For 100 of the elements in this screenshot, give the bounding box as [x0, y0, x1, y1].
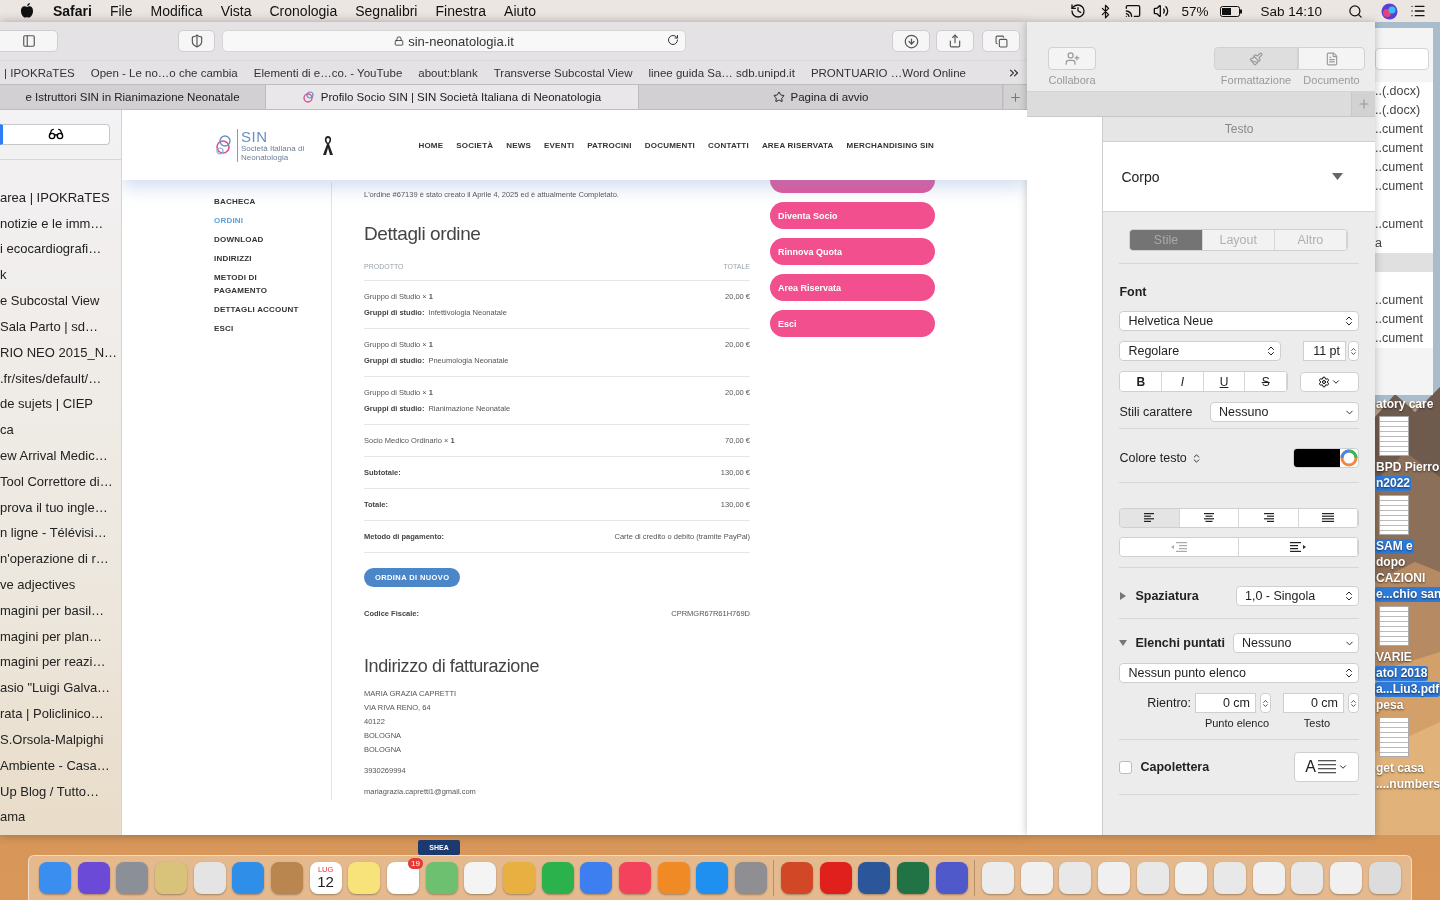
nav-link[interactable]: HOME [418, 140, 444, 150]
favorite-link[interactable]: | IPOKRaTES [4, 66, 75, 79]
app-icon[interactable] [232, 862, 265, 894]
app-icon[interactable] [116, 862, 149, 894]
collaborate-button[interactable] [1048, 47, 1096, 70]
file-row[interactable]: ..cument [1375, 139, 1433, 158]
document-icon[interactable] [1379, 416, 1409, 456]
app-icon[interactable] [1329, 862, 1362, 894]
reading-list-item[interactable]: magini per reazi… [0, 654, 121, 681]
app-icon[interactable] [982, 862, 1015, 894]
history-icon[interactable] [1070, 3, 1087, 19]
app-icon[interactable] [1175, 862, 1208, 894]
file-row[interactable]: ..cument [1375, 329, 1433, 348]
file-row[interactable]: a [1375, 234, 1433, 253]
nav-link[interactable]: AREA RISERVATA [761, 140, 834, 150]
reading-list-item[interactable]: asio "Luigi Galva… [0, 680, 121, 707]
app-menu[interactable]: Safari [44, 3, 101, 19]
menu-item[interactable]: Cronologia [260, 3, 347, 19]
reading-list-item[interactable]: prova il tuo ingle… [0, 499, 121, 526]
spacing-select[interactable]: 1,0 - Singola [1236, 586, 1359, 606]
favorite-link[interactable]: Transverse Subcostal View [493, 66, 633, 79]
inspector-toggle[interactable] [1214, 47, 1298, 70]
app-icon[interactable] [734, 862, 767, 894]
favorite-link[interactable]: about:blank [418, 66, 478, 79]
menu-item[interactable]: Aiuto [495, 3, 545, 19]
account-menu-link[interactable]: DETTAGLI ACCOUNT [214, 303, 304, 316]
app-icon[interactable] [1098, 862, 1131, 894]
reading-list-item[interactable]: ve adjectives [0, 577, 121, 603]
reading-list-item[interactable]: notizie e le imm… [0, 215, 121, 242]
app-icon[interactable] [270, 862, 303, 894]
app-icon[interactable] [1291, 862, 1324, 894]
nav-link[interactable]: CONTATTI [708, 140, 749, 150]
cast-icon[interactable] [1125, 3, 1142, 19]
format-button[interactable]: U [1203, 372, 1246, 391]
reading-list-item[interactable]: e Subcostal View [0, 293, 121, 319]
list-icon[interactable] [1410, 3, 1426, 19]
indent-field[interactable]: 0 cm [1195, 693, 1256, 713]
app-icon[interactable] [935, 862, 968, 894]
app-icon[interactable] [580, 862, 613, 894]
alignment-button[interactable] [1298, 509, 1358, 527]
account-menu-link[interactable]: ESCI [214, 322, 304, 335]
app-icon[interactable] [464, 862, 497, 894]
reading-list-item[interactable]: de sujets | CIEP [0, 396, 121, 423]
account-menu-link[interactable]: DOWNLOAD [214, 233, 304, 246]
file-row[interactable]: ..cument [1375, 120, 1433, 139]
favorite-link[interactable]: PRONTUARIO …Word Online [810, 66, 966, 79]
privacy-button[interactable] [178, 30, 215, 52]
reading-list-item[interactable]: i ecocardiografi… [0, 241, 121, 268]
tabs-button[interactable] [982, 30, 1020, 52]
account-menu-link[interactable]: BACHECA [214, 195, 304, 208]
format-button[interactable]: B [1120, 372, 1163, 391]
menu-item[interactable]: Segnalibri [346, 3, 427, 19]
file-row[interactable]: ..cument [1375, 215, 1433, 234]
reading-list-item[interactable]: .fr/sites/default/… [0, 370, 121, 397]
app-icon[interactable] [1136, 862, 1169, 894]
inspector-toggle[interactable] [1298, 47, 1365, 70]
app-icon[interactable] [781, 862, 814, 894]
nav-link[interactable]: MERCHANDISING SIN [846, 140, 934, 150]
share-button[interactable] [936, 30, 974, 52]
stepper[interactable] [1348, 693, 1359, 713]
desktop-file-label[interactable]: BPD Pierro [1375, 460, 1440, 475]
battery-icon[interactable] [1220, 5, 1243, 17]
file-row[interactable]: ..(.docx) [1375, 101, 1433, 120]
format-button[interactable]: S [1245, 372, 1287, 391]
menu-item[interactable]: Vista [211, 3, 261, 19]
reading-list-item[interactable]: Tool Correttore di… [0, 473, 121, 500]
desktop-file-label[interactable]: atory care [1375, 397, 1435, 412]
reading-list-item[interactable]: rata | Policlinico… [0, 706, 121, 732]
indent-field[interactable]: 0 cm [1283, 693, 1344, 713]
text-options-button[interactable] [1300, 371, 1359, 392]
app-icon[interactable] [1020, 862, 1053, 894]
desktop-file-label[interactable]: dopo [1375, 555, 1407, 570]
reading-list-item[interactable]: magini per basil… [0, 602, 121, 629]
nav-link[interactable]: PATROCINI [587, 140, 632, 150]
nav-link[interactable]: NEWS [506, 140, 532, 150]
file-row[interactable]: ..cument [1375, 158, 1433, 177]
alignment-control[interactable] [1119, 508, 1359, 528]
reading-list-button[interactable] [0, 124, 110, 145]
app-icon[interactable] [696, 862, 729, 894]
reading-list-item[interactable]: ew Arrival Medic… [0, 448, 121, 474]
reading-list-item[interactable]: Up Blog / Tutto… [0, 783, 121, 810]
disclosure-triangle-icon[interactable] [1119, 639, 1128, 647]
font-family-select[interactable]: Helvetica Neue [1119, 311, 1359, 331]
nav-link[interactable]: DOCUMENTI [644, 140, 696, 150]
desktop-file-label[interactable]: atol 2018 [1375, 666, 1429, 681]
document-icon[interactable] [1379, 606, 1409, 646]
reading-list-item[interactable]: magini per plan… [0, 628, 121, 655]
desktop-file-label[interactable]: SAM e [1375, 539, 1414, 554]
alignment-button[interactable] [1179, 509, 1240, 527]
new-tab-button[interactable] [1003, 85, 1027, 109]
reading-list-item[interactable]: ama [0, 809, 121, 836]
menu-item[interactable]: File [100, 3, 142, 19]
alignment-button[interactable] [1120, 509, 1180, 527]
file-row[interactable]: ..cument [1375, 291, 1433, 310]
sidebar-button[interactable] [0, 30, 58, 52]
orb-icon[interactable] [1381, 2, 1398, 20]
menu-item[interactable]: Finestra [426, 3, 496, 19]
app-icon[interactable] [858, 862, 891, 894]
account-menu-link[interactable]: INDIRIZZI [214, 252, 304, 265]
nav-link[interactable]: EVENTI [544, 140, 575, 150]
